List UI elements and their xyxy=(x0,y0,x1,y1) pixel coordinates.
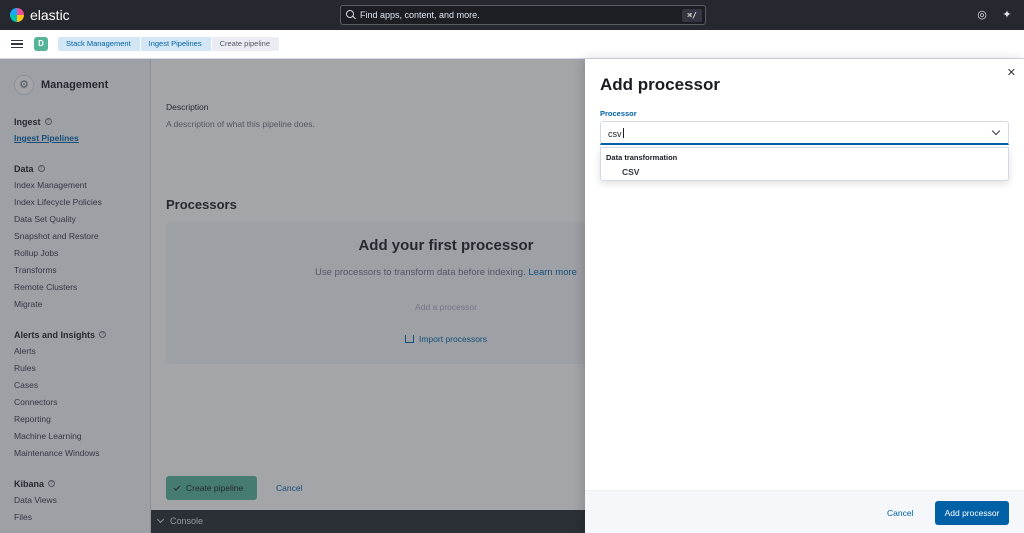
option-csv[interactable]: CSV xyxy=(622,167,639,177)
add-processor-submit-button[interactable]: Add processor xyxy=(935,501,1009,525)
logo-text: elastic xyxy=(30,7,70,23)
flyout-cancel-button[interactable]: Cancel xyxy=(887,508,913,518)
breadcrumb: Stack Management Ingest Pipelines Create… xyxy=(58,37,280,51)
space-avatar[interactable]: D xyxy=(34,37,48,51)
breadcrumb-stack-management[interactable]: Stack Management xyxy=(58,37,140,51)
breadcrumb-bar: D Stack Management Ingest Pipelines Crea… xyxy=(0,30,1024,59)
breadcrumb-ingest-pipelines[interactable]: Ingest Pipelines xyxy=(140,37,211,51)
add-processor-flyout: ✕ Add processor Processor csv Data trans… xyxy=(585,59,1024,533)
elastic-logo-icon xyxy=(10,8,24,22)
option-group-label: Data transformation xyxy=(606,153,678,162)
search-icon xyxy=(346,10,356,20)
processor-combobox-value[interactable]: csv xyxy=(608,128,624,139)
top-header: elastic Find apps, content, and more. ⌘/… xyxy=(0,0,1024,30)
chevron-down-icon[interactable] xyxy=(991,126,1001,136)
flyout-title: Add processor xyxy=(600,75,720,94)
global-search-input[interactable]: Find apps, content, and more. ⌘/ xyxy=(340,5,706,25)
cheer-icon[interactable]: ✦ xyxy=(1001,9,1013,21)
processor-options-list: Data transformation CSV xyxy=(600,147,1009,181)
processor-combobox[interactable]: csv xyxy=(600,121,1009,145)
help-ring-icon[interactable]: ◎ xyxy=(976,9,988,21)
breadcrumb-create-pipeline: Create pipeline xyxy=(211,37,280,51)
search-placeholder: Find apps, content, and more. xyxy=(360,10,480,20)
search-shortcut-badge: ⌘/ xyxy=(682,9,702,22)
close-icon[interactable]: ✕ xyxy=(1007,66,1016,79)
flyout-footer: Cancel Add processor xyxy=(585,490,1024,533)
elastic-logo[interactable]: elastic xyxy=(10,7,70,23)
menu-toggle-icon[interactable] xyxy=(11,39,23,49)
modal-overlay[interactable] xyxy=(0,59,585,533)
processor-field-label: Processor xyxy=(600,109,637,118)
